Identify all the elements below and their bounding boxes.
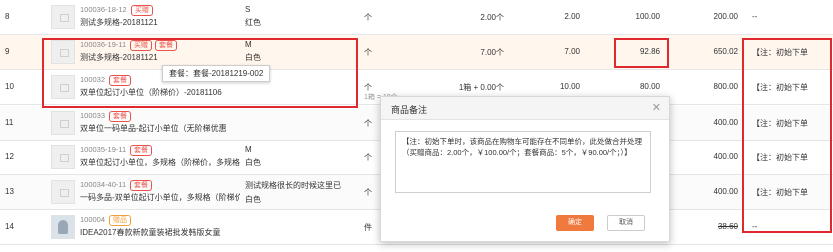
- actual-price: 100.00: [635, 12, 660, 21]
- product-spec: S 红色: [245, 5, 355, 28]
- table-row: 8 100036-18-12 买赠 测试多规格-20181121 S 红色 个 2.00个 2.…: [0, 0, 833, 35]
- unit-label: 个: [364, 119, 372, 128]
- product-thumbnail[interactable]: [51, 111, 75, 135]
- unit-price: 7.00: [564, 47, 580, 56]
- modal-title: 商品备注: [391, 105, 428, 115]
- spec-line-2: 白色: [245, 195, 261, 204]
- cancel-button[interactable]: 取消: [607, 215, 645, 231]
- line-amount: 400.00: [713, 118, 738, 127]
- confirm-button[interactable]: 确定: [556, 215, 594, 231]
- remark-textarea[interactable]: 【注：初始下单时，该商品在购物车可能存在不同单价，此处做合并处理（买赠商品：2.…: [395, 131, 651, 193]
- product-name[interactable]: IDEA2017春款新款童装裙批发韩版女童: [80, 227, 240, 238]
- line-amount: 200.00: [713, 12, 738, 21]
- product-code: 100034-40-11: [80, 180, 127, 189]
- item-remark-modal: 商品备注 ✕ 【注：初始下单时，该商品在购物车可能存在不同单价，此处做合并处理（…: [380, 96, 670, 242]
- promo-tag: 套餐: [130, 180, 152, 191]
- line-amount: 650.02: [713, 47, 738, 56]
- unit-label: 个: [364, 153, 372, 162]
- row-index: 14: [5, 222, 14, 231]
- line-amount: 800.00: [713, 82, 738, 91]
- quantity: 2.00个: [480, 13, 504, 22]
- actual-price: 80.00: [639, 82, 660, 91]
- unit-price: 2.00: [564, 12, 580, 21]
- product-thumbnail[interactable]: [51, 215, 75, 239]
- remark-cell[interactable]: --: [752, 12, 832, 21]
- row-index: 8: [5, 12, 10, 21]
- product-name[interactable]: 一码多品-双单位起订小单位，多规格（阶梯价: [80, 192, 240, 203]
- spec-line-1: 测试规格很长的时候这里已: [245, 181, 341, 190]
- product-code: 100033: [80, 111, 106, 120]
- line-amount: 38.60: [717, 222, 738, 231]
- product-name[interactable]: 双单位起订小单位，多规格（阶梯价，多规格: [80, 157, 240, 168]
- product-thumbnail[interactable]: [51, 5, 75, 29]
- promo-tag: 套餐: [109, 111, 131, 122]
- line-amount: 400.00: [713, 187, 738, 196]
- product-code: 100004: [80, 215, 106, 224]
- promo-tag: 赠品: [109, 215, 131, 226]
- product-spec: M 白色: [245, 145, 355, 168]
- unit-price: 10.00: [559, 82, 580, 91]
- unit-label: 个: [364, 13, 372, 22]
- close-icon[interactable]: ✕: [652, 101, 661, 114]
- promo-tag: 买赠: [131, 5, 153, 16]
- product-name[interactable]: 测试多规格-20181121: [80, 17, 240, 28]
- promo-tag: 套餐: [130, 145, 152, 156]
- product-thumbnail[interactable]: [51, 145, 75, 169]
- row-index: 11: [5, 118, 14, 127]
- spec-line-1: S: [245, 5, 251, 14]
- spec-line-2: 白色: [245, 158, 261, 167]
- quantity: 1箱 + 0.00个: [458, 83, 504, 92]
- product-spec: 测试规格很长的时候这里已 白色: [245, 180, 355, 205]
- product-spec: [245, 215, 355, 218]
- product-code: 100036-18-12: [80, 5, 127, 14]
- row-index: 9: [5, 47, 10, 56]
- spec-line-2: 红色: [245, 18, 261, 27]
- unit-label: 个: [364, 48, 372, 57]
- unit-label: 个: [364, 188, 372, 197]
- highlight-box-actual-price: [614, 38, 669, 68]
- row-index: 10: [5, 82, 14, 91]
- line-amount: 400.00: [713, 152, 738, 161]
- row-index: 13: [5, 187, 14, 196]
- highlight-box-items: [42, 38, 358, 108]
- spec-line-1: M: [245, 145, 252, 154]
- modal-header: 商品备注 ✕: [381, 97, 669, 120]
- product-name[interactable]: 双单位一码单品-起订小单位（无阶梯优惠: [80, 123, 240, 134]
- quantity: 7.00个: [480, 48, 504, 57]
- product-thumbnail[interactable]: [51, 180, 75, 204]
- product-spec: [245, 111, 355, 114]
- highlight-box-remarks: [742, 38, 832, 233]
- unit-label: 件: [364, 223, 372, 232]
- product-code: 100035-19-11: [80, 145, 127, 154]
- row-index: 12: [5, 152, 14, 161]
